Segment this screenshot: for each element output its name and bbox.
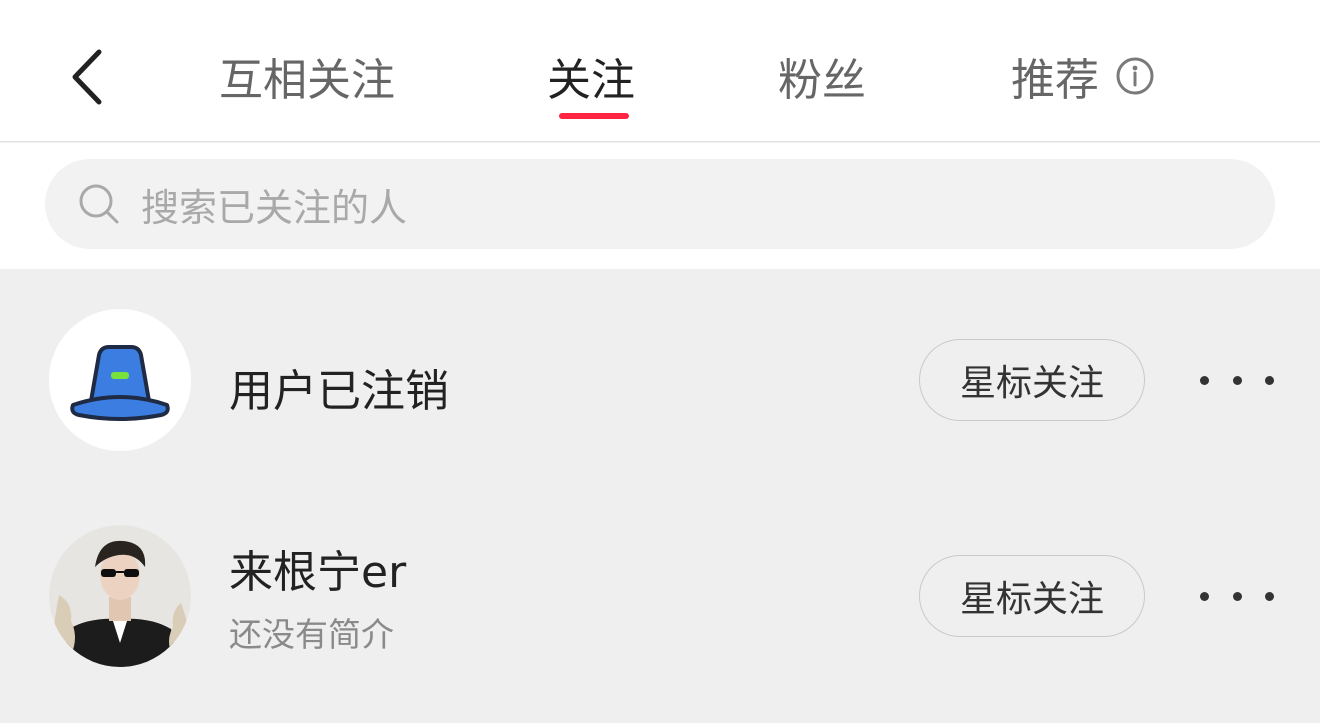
tab-label: 互相关注 <box>219 55 395 106</box>
more-dot <box>1200 591 1209 601</box>
more-dot <box>1232 591 1242 601</box>
star-follow-button[interactable]: 星标关注 <box>919 339 1145 421</box>
search-placeholder: 搜索已关注的人 <box>141 185 408 230</box>
tab-label: 粉丝 <box>778 55 866 106</box>
search-icon <box>79 184 119 224</box>
more-dot <box>1232 375 1242 385</box>
avatar[interactable] <box>49 525 191 667</box>
star-follow-label: 星标关注 <box>959 579 1104 620</box>
top-nav-bar: 互相关注 关注 粉丝 推荐 <box>0 0 1320 142</box>
more-icon[interactable] <box>1200 576 1274 616</box>
photo-avatar <box>49 525 191 667</box>
user-bio: 还没有简介 <box>229 615 394 654</box>
active-tab-indicator <box>559 113 629 119</box>
tab-label: 推荐 <box>1011 55 1099 106</box>
tab-fans[interactable]: 粉丝 <box>778 42 866 110</box>
tab-label: 关注 <box>547 55 635 106</box>
tab-recommend[interactable]: 推荐 <box>1011 42 1155 110</box>
list-item[interactable]: 用户已注销 星标关注 <box>0 280 1320 480</box>
following-list: 用户已注销 星标关注 来根宁er 还没有简介 星标关注 <box>0 272 1320 723</box>
bucket-hat-avatar <box>49 309 191 451</box>
more-dot <box>1200 375 1209 385</box>
info-icon[interactable] <box>1115 56 1155 96</box>
user-name: 用户已注销 <box>229 366 449 417</box>
user-name: 来根宁er <box>229 547 407 598</box>
avatar[interactable] <box>49 309 191 451</box>
tab-following[interactable]: 关注 <box>547 42 635 110</box>
search-input[interactable]: 搜索已关注的人 <box>45 159 1275 249</box>
chevron-left-icon <box>72 49 102 105</box>
back-button[interactable] <box>56 40 116 114</box>
star-follow-label: 星标关注 <box>959 363 1104 404</box>
tab-mutual-follow[interactable]: 互相关注 <box>219 42 395 110</box>
list-item[interactable]: 来根宁er 还没有简介 星标关注 <box>0 496 1320 696</box>
star-follow-button[interactable]: 星标关注 <box>919 555 1145 637</box>
more-dot <box>1265 591 1274 601</box>
more-dot <box>1265 375 1274 385</box>
search-section: 搜索已关注的人 <box>0 143 1320 269</box>
more-icon[interactable] <box>1200 360 1274 400</box>
